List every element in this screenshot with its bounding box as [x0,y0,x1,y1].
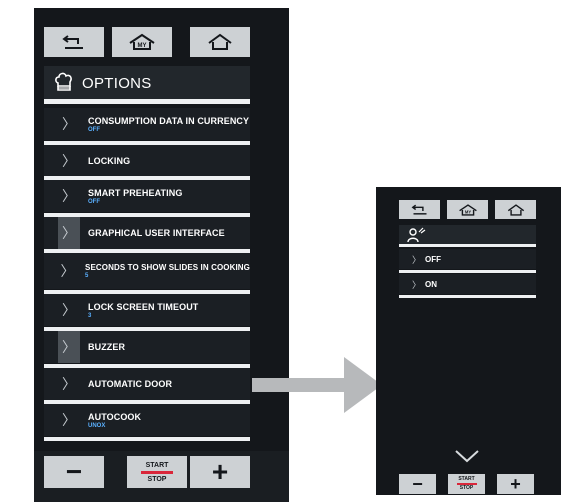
option-on[interactable]: 〉 ON [399,274,536,294]
minus-button[interactable]: − [44,456,104,488]
plus-icon: + [510,473,521,494]
header-divider [399,244,536,247]
home-button[interactable] [495,200,536,219]
divider [399,295,536,298]
my-home-icon: MY [458,203,477,216]
chevron-right-icon: 〉 [62,376,76,392]
options-header: OPTIONS [44,66,250,100]
minus-icon: − [412,473,423,494]
automatic-door-header [399,225,536,245]
start-stop-button[interactable]: START STOP [127,456,187,488]
item-value: 3 [88,312,92,319]
chevron-right-icon: 〉 [62,153,76,169]
option-off[interactable]: 〉 OFF [399,249,536,269]
list-item[interactable]: 〉 BUZZER [44,331,250,363]
back-arrow-icon [411,204,426,215]
divider [44,437,250,441]
list-item[interactable]: 〉 SECONDS TO SHOW SLIDES IN COOKING 5 [44,253,250,289]
list-item[interactable]: 〉 LOCKING [44,145,250,177]
plus-icon: + [211,456,229,487]
item-label: CONSUMPTION DATA IN CURRENCY [88,115,250,126]
options-screen: MY OPTIONS 〉 CONSUMPTION DATA IN CURRENC… [34,8,289,502]
item-label: LOCK SCREEN TIMEOUT [88,301,199,312]
back-arrow-icon [62,35,83,49]
stop-label: STOP [459,485,474,491]
list-item[interactable]: 〉 SMART PREHEATING OFF [44,180,250,212]
chef-hat-icon [50,72,78,94]
stop-label: STOP [147,475,167,483]
my-home-button[interactable]: MY [112,27,172,57]
item-label: SMART PREHEATING [88,187,183,198]
item-label: BUZZER [88,342,126,352]
item-value: OFF [88,198,100,205]
item-label: SECONDS TO SHOW SLIDES IN COOKING [85,263,250,272]
start-label: START [145,461,169,469]
back-button[interactable] [44,27,104,57]
chevron-down-icon[interactable] [454,449,480,463]
item-label: LOCKING [88,156,131,166]
minus-icon: − [65,456,83,487]
chevron-right-icon: 〉 [62,188,76,204]
chevron-right-icon: 〉 [62,302,76,318]
home-button[interactable] [190,27,250,57]
chevron-right-icon: 〉 [58,217,80,249]
item-label: GRAPHICAL USER INTERFACE [88,228,225,238]
my-home-label: MY [138,43,147,49]
home-icon [208,33,232,50]
item-value: 5 [85,273,89,279]
person-wave-icon [407,227,426,243]
item-label: AUTOCOOK [88,411,142,422]
header-divider [44,99,250,104]
page-title: OPTIONS [82,74,152,92]
list-item[interactable]: 〉 LOCK SCREEN TIMEOUT 3 [44,294,250,326]
chevron-right-icon: 〉 [62,116,76,132]
list-item[interactable]: 〉 GRAPHICAL USER INTERFACE [44,217,250,249]
item-value: UNOX [88,422,106,429]
plus-button[interactable]: + [190,456,250,488]
chevron-right-icon: 〉 [58,331,80,363]
plus-button[interactable]: + [497,474,534,494]
chevron-right-icon: 〉 [412,279,422,290]
home-icon [507,203,524,216]
transition-arrow-icon [252,357,382,413]
item-label: AUTOMATIC DOOR [88,379,173,389]
option-label: OFF [425,254,442,264]
chevron-right-icon: 〉 [62,412,76,428]
back-button[interactable] [399,200,440,219]
item-value: OFF [88,126,100,133]
stage: MY OPTIONS 〉 CONSUMPTION DATA IN CURRENC… [0,0,563,502]
my-home-button[interactable]: MY [447,200,488,219]
chevron-right-icon: 〉 [60,263,75,279]
chevron-right-icon: 〉 [412,254,422,265]
list-item[interactable]: 〉 CONSUMPTION DATA IN CURRENCY OFF [44,108,250,140]
start-stop-divider [141,470,173,474]
list-item[interactable]: 〉 AUTOMATIC DOOR [44,368,250,400]
automatic-door-screen: MY 〉 OFF 〉 ON − START STOP + [376,187,561,495]
divider [399,270,536,273]
my-home-label: MY [464,209,470,214]
minus-button[interactable]: − [399,474,436,494]
option-label: ON [425,279,438,289]
list-item[interactable]: 〉 AUTOCOOK UNOX [44,404,250,436]
start-stop-button[interactable]: START STOP [448,474,485,494]
my-home-icon: MY [129,33,155,50]
start-label: START [458,476,475,482]
